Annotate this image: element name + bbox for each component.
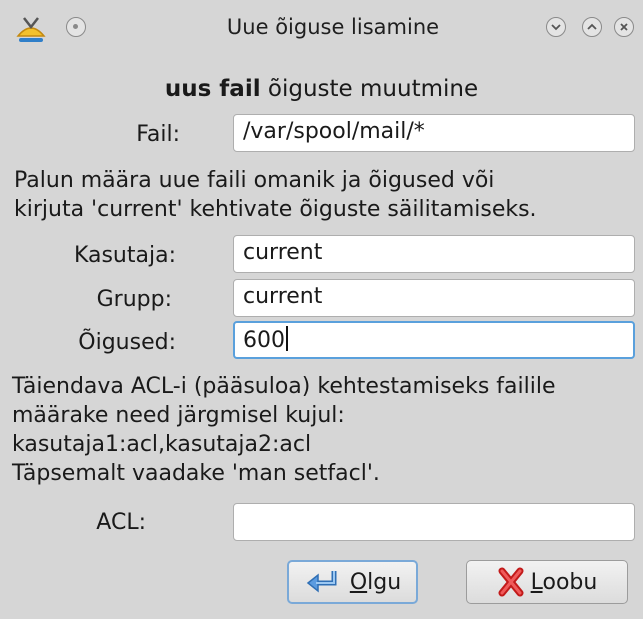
title-bar[interactable]: Uue õiguse lisamine — [0, 0, 643, 56]
dialog-window: Uue õiguse lisamine uus fail õiguste muu… — [0, 0, 643, 619]
user-label: Kasutaja: — [73, 243, 176, 268]
user-field[interactable]: current — [233, 235, 635, 273]
window-title: Uue õiguse lisamine — [226, 15, 440, 39]
chevron-down-icon — [551, 24, 561, 31]
pin-icon[interactable] — [66, 17, 86, 37]
cancel-button[interactable]: Loobu — [466, 560, 628, 604]
dialog-heading: uus fail õiguste muutmine — [0, 76, 643, 102]
ok-button[interactable]: Olgu — [287, 560, 418, 604]
heading-rest: õiguste muutmine — [260, 76, 479, 102]
text-caret — [286, 326, 288, 351]
instructions-text: Palun määra uue faili omanik ja õigused … — [14, 168, 537, 222]
permissions-label: Õigused: — [78, 330, 176, 355]
cancel-x-icon — [498, 567, 524, 597]
enter-arrow-icon — [306, 571, 337, 593]
cancel-label: Loobu — [530, 569, 598, 595]
ok-label: Olgu — [349, 569, 402, 595]
file-label: Fail: — [136, 122, 180, 147]
close-icon — [620, 23, 628, 31]
acl-help-text: Täiendava ACL-i (pääsuloa) kehtestamisek… — [12, 374, 556, 486]
app-icon — [16, 17, 46, 42]
close-button[interactable] — [614, 17, 634, 37]
group-label: Grupp: — [96, 287, 172, 312]
chevron-up-icon — [587, 23, 597, 30]
acl-label: ACL: — [96, 510, 146, 535]
file-field[interactable]: /var/spool/mail/* — [233, 114, 635, 152]
group-field[interactable]: current — [233, 279, 635, 317]
minimize-button[interactable] — [546, 17, 566, 37]
permissions-field[interactable]: 600 — [233, 321, 635, 359]
permissions-value: 600 — [243, 328, 285, 353]
heading-bold: uus fail — [164, 76, 261, 102]
maximize-button[interactable] — [582, 17, 602, 37]
acl-field[interactable] — [233, 503, 635, 541]
